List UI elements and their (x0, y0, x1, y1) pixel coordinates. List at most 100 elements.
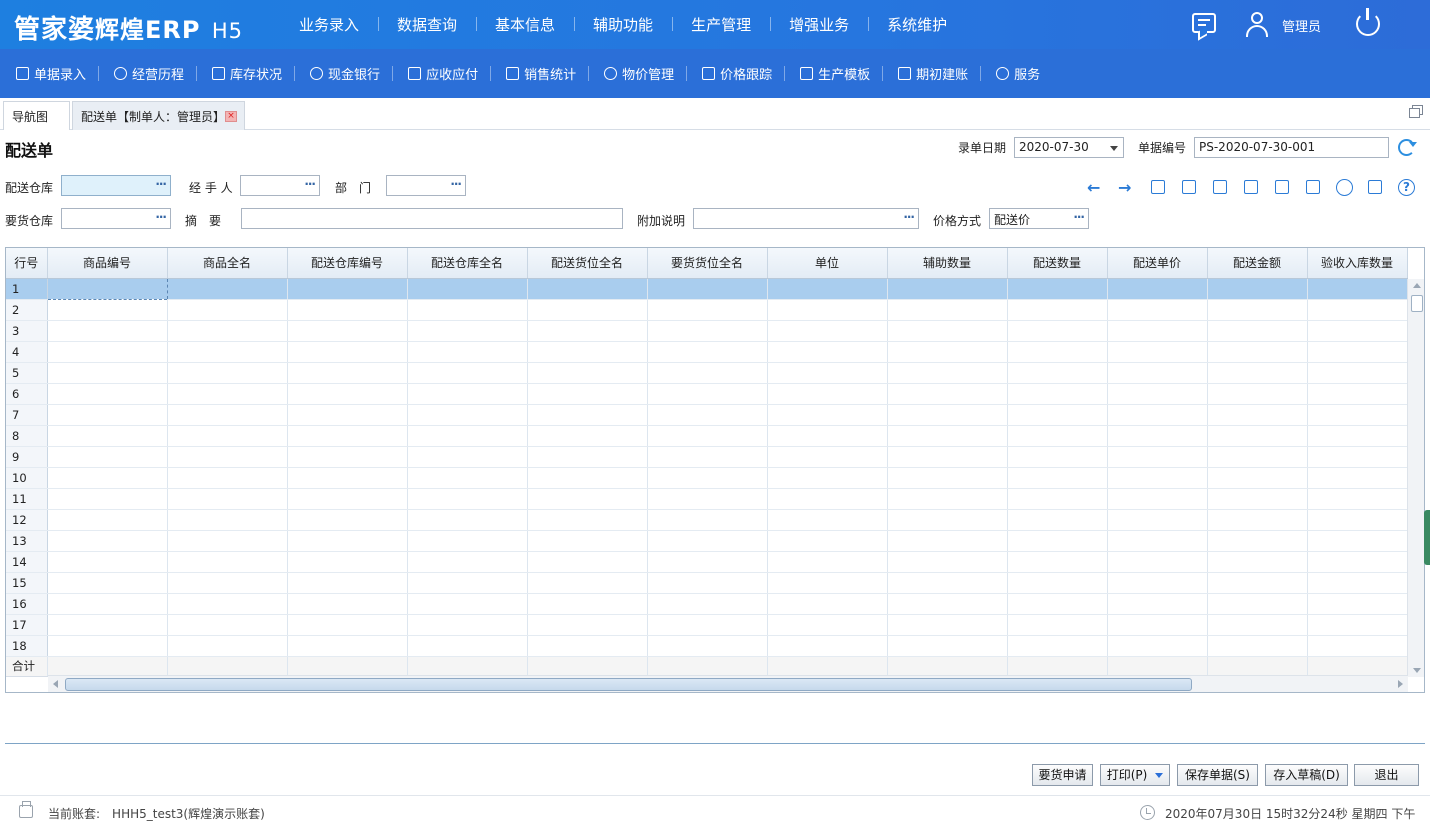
grid-cell[interactable] (407, 614, 528, 636)
grid-cell[interactable] (527, 551, 648, 573)
grid-cell[interactable] (47, 299, 168, 321)
quick-nav-cash-bank[interactable]: 现金银行 (294, 64, 392, 83)
column-header[interactable]: 辅助数量 (887, 248, 1008, 279)
grid-cell[interactable] (407, 362, 528, 384)
grid-cell[interactable] (767, 278, 888, 300)
grid-cell[interactable] (47, 614, 168, 636)
handler-field[interactable]: ··· (240, 175, 320, 196)
grid-cell[interactable] (647, 530, 768, 552)
arrow-left-icon[interactable]: ← (1086, 177, 1106, 197)
grid-cell[interactable] (1107, 572, 1208, 594)
grid-cell[interactable] (767, 362, 888, 384)
grid-cell[interactable] (767, 572, 888, 594)
grid-cell[interactable] (1207, 425, 1308, 447)
grid-cell[interactable] (527, 509, 648, 531)
grid-cell[interactable] (767, 593, 888, 615)
grid-cell[interactable] (647, 572, 768, 594)
grid-cell[interactable] (767, 467, 888, 489)
column-header[interactable]: 商品编号 (47, 248, 168, 279)
column-header[interactable]: 要货货位全名 (647, 248, 768, 279)
grid-cell[interactable] (1307, 299, 1408, 321)
grid-cell[interactable] (887, 635, 1008, 657)
grid-cell[interactable] (527, 572, 648, 594)
grid-cell[interactable] (887, 446, 1008, 468)
grid-cell[interactable] (1307, 551, 1408, 573)
grid-cell[interactable] (1007, 278, 1108, 300)
grid-cell[interactable] (647, 467, 768, 489)
grid-cell[interactable] (1207, 530, 1308, 552)
grid-cell[interactable] (1307, 362, 1408, 384)
ellipsis-icon[interactable]: ··· (155, 177, 167, 191)
grid-cell[interactable] (767, 425, 888, 447)
grid-cell[interactable] (1007, 551, 1108, 573)
summary-field[interactable] (241, 208, 623, 229)
grid-cell[interactable] (287, 635, 408, 657)
table-row[interactable]: 5 (6, 362, 1408, 384)
grid-cell[interactable] (407, 467, 528, 489)
scroll-up-icon[interactable] (1413, 283, 1421, 288)
grid-cell[interactable] (287, 467, 408, 489)
grid-cell[interactable] (527, 278, 648, 300)
grid-cell[interactable] (1207, 320, 1308, 342)
grid-cell[interactable] (287, 530, 408, 552)
grid-cell[interactable] (167, 614, 288, 636)
side-panel-handle[interactable] (1424, 510, 1430, 565)
grid-cell[interactable] (1307, 509, 1408, 531)
grid-cell[interactable] (647, 488, 768, 510)
grid-cell[interactable] (1307, 341, 1408, 363)
ellipsis-icon[interactable]: ··· (155, 210, 167, 224)
restore-window-icon[interactable] (1408, 104, 1424, 120)
grid-cell[interactable] (1207, 635, 1308, 657)
grid-cell[interactable] (647, 593, 768, 615)
grid-cell[interactable] (47, 362, 168, 384)
grid-cell[interactable] (1107, 530, 1208, 552)
grid-cell[interactable] (1007, 530, 1108, 552)
grid-cell[interactable] (47, 320, 168, 342)
ellipsis-icon[interactable]: ··· (903, 210, 915, 224)
grid-cell[interactable] (647, 614, 768, 636)
grid-cell[interactable] (407, 488, 528, 510)
grid-cell[interactable] (887, 320, 1008, 342)
grid-cell[interactable] (287, 404, 408, 426)
grid-cell[interactable] (887, 614, 1008, 636)
grid-cell[interactable] (527, 530, 648, 552)
grid-cell[interactable] (1107, 425, 1208, 447)
grid-cell[interactable] (527, 614, 648, 636)
grid-cell[interactable] (1307, 383, 1408, 405)
grid-cell[interactable] (647, 509, 768, 531)
grid-cell[interactable] (647, 425, 768, 447)
grid-cell[interactable] (1207, 404, 1308, 426)
grid-cell[interactable] (1307, 530, 1408, 552)
grid-cell[interactable] (527, 362, 648, 384)
grid-cell[interactable] (1007, 614, 1108, 636)
grid-cell[interactable] (287, 425, 408, 447)
grid-cell[interactable] (407, 299, 528, 321)
grid-cell[interactable] (1207, 299, 1308, 321)
grid-cell[interactable] (407, 404, 528, 426)
grid-cell[interactable] (647, 341, 768, 363)
grid-cell[interactable] (1007, 341, 1108, 363)
column-header-row-number[interactable]: 行号 (6, 248, 48, 279)
grid-cell[interactable] (887, 299, 1008, 321)
grid-cell[interactable] (887, 362, 1008, 384)
grid-cell[interactable] (1307, 488, 1408, 510)
save-draft-button[interactable]: 存入草稿(D) (1265, 764, 1348, 786)
exit-button[interactable]: 退出 (1354, 764, 1419, 786)
grid-cell[interactable] (1007, 404, 1108, 426)
column-header[interactable]: 配送金额 (1207, 248, 1308, 279)
grid-cell[interactable] (1207, 278, 1308, 300)
grid-cell[interactable] (647, 362, 768, 384)
grid-cell[interactable] (47, 635, 168, 657)
grid-cell[interactable] (1107, 635, 1208, 657)
grid-cell[interactable] (887, 341, 1008, 363)
grid-cell[interactable] (47, 341, 168, 363)
grid-cell[interactable] (167, 320, 288, 342)
barcode-icon[interactable] (1148, 177, 1168, 197)
grid-cell[interactable] (1107, 488, 1208, 510)
print-button[interactable]: 打印(P) (1100, 764, 1170, 786)
grid-cell[interactable] (47, 509, 168, 531)
grid-cell[interactable] (1007, 593, 1108, 615)
grid-cell[interactable] (527, 467, 648, 489)
grid-cell[interactable] (1307, 593, 1408, 615)
scroll-right-icon[interactable] (1398, 680, 1403, 688)
